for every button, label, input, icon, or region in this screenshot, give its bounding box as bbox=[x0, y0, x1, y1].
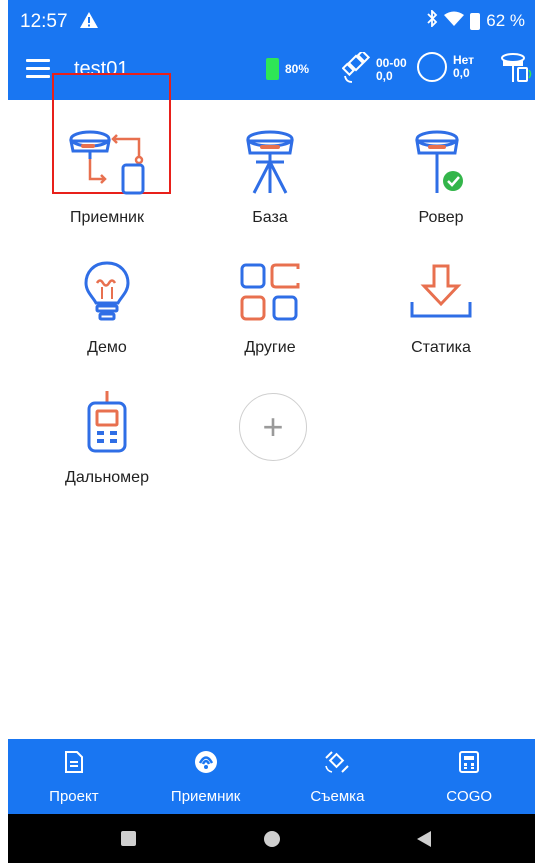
tile-base[interactable]: База bbox=[200, 127, 340, 227]
status-bar: 12:57 62 % bbox=[8, 0, 535, 42]
nav-project[interactable]: Проект bbox=[8, 739, 140, 814]
grid-apps-icon bbox=[200, 257, 340, 327]
home-button[interactable] bbox=[264, 831, 280, 847]
system-nav-bar bbox=[8, 814, 535, 863]
rangefinder-icon bbox=[37, 387, 177, 457]
receiver-connect-icon bbox=[37, 127, 177, 197]
bluetooth-icon bbox=[426, 8, 438, 32]
tile-label: Приемник bbox=[69, 209, 144, 226]
receiver-device-icon bbox=[500, 52, 534, 87]
lightbulb-icon bbox=[37, 257, 177, 327]
tile-label: Демо bbox=[87, 339, 127, 356]
status-right: 62 % bbox=[426, 8, 525, 32]
satellite-status[interactable]: 00-00 0,0 bbox=[341, 49, 407, 87]
tile-receiver[interactable]: Приемник bbox=[37, 127, 177, 227]
nav-label: Приемник bbox=[170, 788, 241, 805]
nav-receiver[interactable]: Приемник bbox=[140, 739, 272, 814]
bottom-nav: Проект Приемник Съемка COGO bbox=[8, 739, 535, 814]
gnss-battery: 80% bbox=[266, 58, 309, 80]
gnss-battery-icon bbox=[266, 58, 279, 80]
tile-label: Ровер bbox=[418, 209, 464, 226]
survey-icon bbox=[324, 750, 350, 779]
gnss-battery-value: 80% bbox=[285, 61, 310, 76]
nav-label: Проект bbox=[49, 788, 99, 805]
base-tripod-icon bbox=[200, 127, 340, 197]
warning-icon bbox=[80, 12, 98, 33]
tile-label: Дальномер bbox=[65, 469, 149, 486]
tile-label: Статика bbox=[411, 339, 471, 356]
nav-cogo[interactable]: COGO bbox=[403, 739, 535, 814]
tile-label: База bbox=[252, 209, 288, 226]
document-icon bbox=[63, 750, 85, 779]
add-tile-button[interactable]: + bbox=[239, 393, 307, 461]
rover-icon bbox=[371, 127, 511, 197]
tile-static[interactable]: Статика bbox=[371, 257, 511, 357]
plus-icon: + bbox=[262, 406, 284, 447]
link-ring-icon bbox=[417, 52, 447, 82]
nav-label: Съемка bbox=[310, 788, 365, 805]
satellite-line2: 0,0 bbox=[376, 68, 393, 83]
receiver-icon bbox=[194, 750, 218, 779]
link-line2: 0,0 bbox=[453, 66, 470, 80]
link-status[interactable]: Нет 0,0 bbox=[417, 52, 474, 82]
tile-rover[interactable]: Ровер bbox=[371, 127, 511, 227]
tile-demo[interactable]: Демо bbox=[37, 257, 177, 357]
download-tray-icon bbox=[371, 257, 511, 327]
tile-other[interactable]: Другие bbox=[200, 257, 340, 357]
nav-label: COGO bbox=[446, 788, 493, 805]
wifi-icon bbox=[444, 11, 465, 31]
calculator-icon bbox=[458, 750, 480, 779]
tile-label: Другие bbox=[244, 339, 296, 356]
satellite-icon bbox=[341, 49, 372, 87]
battery-percent: 62 % bbox=[486, 11, 525, 30]
menu-icon[interactable] bbox=[26, 59, 50, 79]
nav-survey[interactable]: Съемка bbox=[272, 739, 404, 814]
phone-battery-icon bbox=[470, 12, 481, 30]
status-time: 12:57 bbox=[20, 11, 68, 32]
back-button[interactable] bbox=[417, 831, 431, 847]
receiver-status[interactable] bbox=[500, 52, 534, 87]
recents-button[interactable] bbox=[121, 831, 136, 846]
tile-rangefinder[interactable]: Дальномер bbox=[37, 387, 177, 487]
satellite-line1: 00-00 bbox=[376, 55, 407, 70]
